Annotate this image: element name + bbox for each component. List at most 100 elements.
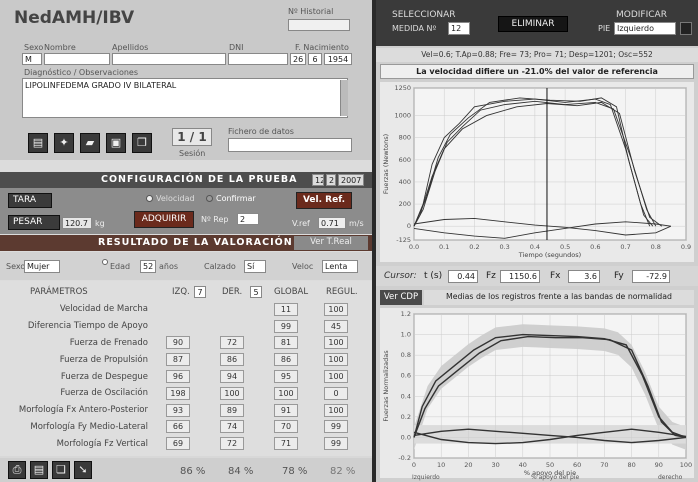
open-folder-icon[interactable]: ▰ [80,133,100,153]
copy-icon[interactable]: ❐ [132,133,152,153]
table-row: Fuerza de Propulsión 87 86 86 100 [0,351,372,368]
nrep-field[interactable]: 2 [237,213,259,225]
nombre-field[interactable] [44,53,110,65]
print-icon[interactable]: ⎙ [8,461,26,479]
birth-day-field[interactable]: 26 [290,53,306,65]
x-tick-label: 100 [680,461,692,469]
historial-field[interactable] [288,19,350,31]
izq-value [166,303,190,316]
session-label: Sesión [179,149,206,158]
document-icon[interactable]: ❏ [52,461,70,479]
sexo-select[interactable]: M [22,53,42,65]
x-tick-label: 30 [491,461,499,469]
adquirir-button[interactable]: ADQUIRIR [134,211,194,228]
edad-label: Edad [110,262,131,271]
izq-value: 198 [166,386,190,400]
apellidos-field[interactable] [112,53,226,65]
force-chart-panel: 0.0 0.1 0.2 0.3 0.4 0.5 0.6 0.7 0.8 0.9 -125 0 200 40… [380,82,694,262]
normalized-force-chart[interactable]: 0 10 20 30 40 50 60 70 80 90 100 -0.2 0.0 0.2 0.4 0.6 0.… [380,308,694,478]
fy-label: Fy [614,271,624,281]
y-tick-label: 600 [399,156,411,164]
param-name: Morfología Fx Antero-Posterior [18,405,148,416]
results-rows: Velocidad de Marcha 11 100 Diferencia Tiemp… [0,301,372,452]
global-value: 70 [274,420,298,434]
diagnosis-scrollbar[interactable] [340,80,348,116]
bands-caption: Medias de los registros frente a las ban… [424,290,694,305]
vref-label: V.ref [292,219,310,228]
edad-radio[interactable] [102,259,108,265]
app-logo: NedAMH/IBV [14,8,135,28]
regul-value: 99 [324,420,348,434]
ver-cdp-button[interactable]: Ver CDP [380,290,422,305]
save-icon[interactable]: ▣ [106,133,126,153]
izq-value: 66 [166,420,190,434]
pesar-button[interactable]: PESAR [8,215,60,230]
pie-toggle[interactable] [680,22,692,35]
confirmar-radio[interactable] [206,195,213,202]
global-value: 99 [274,319,298,333]
table-row: Diferencia Tiempo de Apoyo 99 45 [0,318,372,335]
y-tick-label: 1000 [394,112,411,120]
weight-unit: kg [95,219,105,228]
calzado-field[interactable]: Sí [244,260,266,273]
der-value [220,303,244,316]
birth-month-field[interactable]: 6 [308,53,322,65]
x-tick-label: 50 [546,461,554,469]
dni-field[interactable] [228,53,288,65]
der-value: 74 [220,420,244,434]
config-title: CONFIGURACIÓN DE LA PRUEBA [101,174,298,185]
x-tick-label: 80 [627,461,635,469]
regul-value: 100 [324,370,348,384]
y-tick-label: 0.4 [401,392,411,400]
pie-label: PIE [598,24,611,33]
diagnosis-text: LIPOLINFEDEMA GRADO IV BILATERAL [25,81,177,90]
param-name: Velocidad de Marcha [59,304,148,315]
apellidos-label: Apellidos [112,43,149,52]
vel-ref-button[interactable]: Vel. Ref. [296,192,352,209]
subj-sexo-field[interactable]: Mujer [24,260,60,273]
subj-sexo-label: Sexo [6,262,26,271]
nombre-label: Nombre [44,43,76,52]
ver-t-real-button[interactable]: Ver T.Real [294,236,368,250]
regul-value: 100 [324,403,348,417]
export-icon[interactable]: ✦ [54,133,74,153]
table-row: Fuerza de Despegue 96 94 95 100 [0,368,372,385]
export-doc-icon[interactable]: ➘ [74,461,92,479]
vref-field[interactable]: 0.71 [318,217,346,229]
ficheros-field[interactable] [228,138,352,152]
fy-value: -72.9 [632,270,670,283]
date-year: 2007 [338,174,364,186]
cursor-label: Cursor: [384,271,417,281]
new-file-icon[interactable]: ▤ [28,133,48,153]
force-time-chart[interactable]: 0.0 0.1 0.2 0.3 0.4 0.5 0.6 0.7 0.8 0.9 -125 0 200 40… [380,82,694,262]
vref-unit: m/s [349,219,364,228]
th-regul: REGUL. [326,287,358,297]
tara-button[interactable]: TARA [8,193,52,208]
pie-select[interactable]: Izquierdo [614,22,676,35]
modificar-label: MODIFICAR [616,10,667,20]
fx-label: Fx [550,271,561,281]
nacimiento-label: F. Nacimiento [295,43,349,52]
birth-year-field[interactable]: 1954 [324,53,352,65]
global-value: 91 [274,403,298,417]
x-tick-label: 40 [519,461,527,469]
velocidad-label: Velocidad [156,194,195,203]
veloc-field[interactable]: Lenta [322,260,358,273]
diagnosis-textarea[interactable]: LIPOLINFEDEMA GRADO IV BILATERAL [22,78,348,118]
medida-field[interactable]: 12 [448,22,470,35]
eliminar-button[interactable]: ELIMINAR [498,16,568,32]
weight-field[interactable]: 120.7 [62,217,92,229]
der-value: 89 [220,403,244,417]
report-icon[interactable]: ▤ [30,461,48,479]
der-value: 100 [220,386,244,400]
param-name: Morfología Fz Vertical [56,438,148,449]
y-tick-label: 0.6 [401,372,411,380]
seleccionar-label: SELECCIONAR [392,10,456,20]
izq-value: 90 [166,336,190,350]
x-tick-label: 10 [437,461,445,469]
velocidad-radio[interactable] [146,195,153,202]
x-tick-label: 0.6 [590,243,600,251]
edad-field[interactable]: 52 [140,260,156,273]
edad-unit: años [159,262,179,271]
y-tick-label: 1.2 [401,310,411,318]
